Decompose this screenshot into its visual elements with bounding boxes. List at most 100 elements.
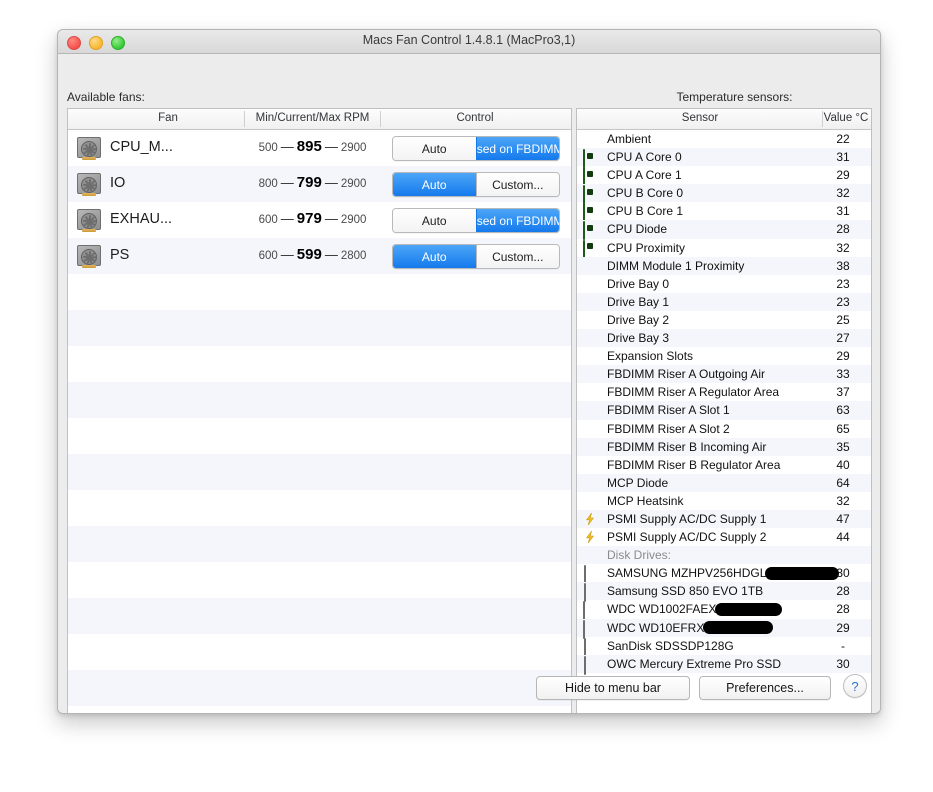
sensor-value: 35 bbox=[836, 439, 850, 454]
sensor-row[interactable]: PSMI Supply AC/DC Supply 2 44 bbox=[577, 528, 871, 546]
sensor-value: 65 bbox=[836, 421, 850, 436]
cpu-chip-icon bbox=[583, 149, 597, 169]
sensor-row[interactable]: Samsung SSD 850 EVO 1TB 28 bbox=[577, 582, 871, 603]
fan-control-custom-button[interactable]: Based on FBDIMM... bbox=[475, 209, 559, 232]
sensor-row[interactable]: FBDIMM Riser A Slot 2 65 bbox=[577, 420, 871, 438]
ssd-drive-icon bbox=[583, 583, 597, 603]
temperature-sensors-label: Temperature sensors: bbox=[676, 90, 793, 104]
fan-row[interactable]: EXHAU...600—979—2900AutoBased on FBDIMM.… bbox=[68, 202, 571, 238]
fan-control-segmented[interactable]: AutoBased on FBDIMM... bbox=[392, 136, 560, 161]
sensor-row[interactable]: FBDIMM Riser A Regulator Area 37 bbox=[577, 383, 871, 401]
fan-control-custom-button[interactable]: Based on FBDIMM... bbox=[475, 137, 559, 160]
fan-icon bbox=[77, 173, 101, 196]
fan-housing bbox=[77, 137, 101, 158]
no-icon-spacer bbox=[583, 403, 597, 417]
sensor-row[interactable]: OWC Mercury Extreme Pro SSD 30 bbox=[577, 654, 871, 675]
fan-icon bbox=[77, 245, 101, 268]
redaction-bar bbox=[703, 620, 774, 634]
bolt-glyph bbox=[586, 530, 594, 544]
fan-control-auto-button[interactable]: Auto bbox=[393, 137, 476, 160]
sensor-row[interactable]: CPU Diode 28 bbox=[577, 220, 871, 241]
sensor-row[interactable]: FBDIMM Riser B Incoming Air 35 bbox=[577, 437, 871, 456]
fan-row[interactable]: CPU_M...500—895—2900AutoBased on FBDIMM.… bbox=[68, 130, 571, 166]
sensors-table-header: Sensor Value °C bbox=[577, 109, 871, 130]
sensor-name: PSMI Supply AC/DC Supply 1 bbox=[607, 511, 767, 526]
sensor-value: 37 bbox=[836, 385, 850, 400]
fan-max-rpm: 2900 bbox=[340, 142, 367, 154]
sensor-name: CPU A Core 0 bbox=[607, 150, 682, 165]
sensor-row[interactable]: DIMM Module 1 Proximity 38 bbox=[577, 256, 871, 275]
window-titlebar[interactable]: Macs Fan Control 1.4.8.1 (MacPro3,1) bbox=[58, 30, 880, 54]
fan-control-custom-button[interactable]: Custom... bbox=[475, 173, 559, 196]
fan-control-segmented[interactable]: Auto Custom... bbox=[392, 244, 560, 269]
sensor-value: 64 bbox=[836, 475, 850, 490]
sensor-row[interactable]: FBDIMM Riser A Outgoing Air 33 bbox=[577, 365, 871, 384]
sensor-value: 27 bbox=[836, 331, 850, 346]
no-icon-spacer bbox=[583, 494, 597, 508]
column-header-sensor[interactable]: Sensor bbox=[578, 112, 822, 124]
help-button[interactable]: ? bbox=[843, 674, 867, 698]
fan-control-auto-button[interactable]: Auto bbox=[393, 245, 476, 268]
sensor-row[interactable]: FBDIMM Riser B Regulator Area 40 bbox=[577, 456, 871, 474]
fan-connector bbox=[82, 265, 96, 268]
column-header-value[interactable]: Value °C bbox=[823, 112, 869, 124]
sensor-value: 32 bbox=[836, 493, 850, 508]
sensor-value: 28 bbox=[836, 602, 850, 617]
sensor-name: WDC WD10EFRX bbox=[607, 620, 774, 635]
cpu-chip-icon bbox=[583, 185, 597, 205]
rpm-dash: — bbox=[280, 175, 294, 190]
sensor-row[interactable]: FBDIMM Riser A Slot 1 63 bbox=[577, 401, 871, 420]
cpu-chip-icon bbox=[583, 203, 597, 223]
sensor-value: 38 bbox=[836, 258, 850, 273]
sensor-value: 31 bbox=[836, 204, 850, 219]
fan-control-segmented[interactable]: Auto Custom... bbox=[392, 172, 560, 197]
fan-hub bbox=[81, 176, 98, 193]
sensor-row[interactable]: CPU A Core 1 29 bbox=[577, 166, 871, 187]
fan-control-segmented[interactable]: AutoBased on FBDIMM... bbox=[392, 208, 560, 233]
fan-control-auto-button[interactable]: Auto bbox=[393, 173, 476, 196]
sensor-row[interactable]: Drive Bay 3 27 bbox=[577, 329, 871, 348]
sensor-row[interactable]: SAMSUNG MZHPV256HDGL 30 bbox=[577, 564, 871, 585]
sensor-row[interactable]: PSMI Supply AC/DC Supply 1 47 bbox=[577, 509, 871, 529]
no-icon-spacer bbox=[583, 476, 597, 490]
cpu-chip-icon bbox=[583, 239, 597, 259]
sensor-row[interactable]: CPU Proximity 32 bbox=[577, 239, 871, 259]
sensor-name: CPU B Core 0 bbox=[607, 186, 684, 201]
sensor-row[interactable]: SanDisk SDSSDP128G - bbox=[577, 637, 871, 657]
sensor-row[interactable]: Drive Bay 1 23 bbox=[577, 292, 871, 311]
sensor-row[interactable]: Drive Bay 2 25 bbox=[577, 311, 871, 329]
fan-rpm: 600—599—2800 bbox=[246, 246, 379, 264]
column-header-rpm[interactable]: Min/Current/Max RPM bbox=[246, 112, 379, 124]
sensor-row[interactable]: CPU B Core 0 32 bbox=[577, 184, 871, 205]
sensor-row[interactable]: MCP Heatsink 32 bbox=[577, 492, 871, 510]
fan-row[interactable]: PS 600—599—2800 Auto Custom... bbox=[68, 238, 571, 274]
no-icon-spacer bbox=[583, 295, 597, 309]
sensor-name: FBDIMM Riser A Slot 1 bbox=[607, 403, 730, 418]
no-icon-spacer bbox=[583, 132, 597, 146]
preferences-button[interactable]: Preferences... bbox=[699, 676, 831, 700]
sensor-value: 23 bbox=[836, 276, 850, 291]
no-icon-spacer bbox=[583, 440, 597, 454]
sensor-row[interactable]: Drive Bay 0 23 bbox=[577, 275, 871, 293]
fan-control-custom-button[interactable]: Custom... bbox=[475, 245, 559, 268]
column-divider[interactable] bbox=[380, 111, 381, 127]
sensor-row[interactable]: CPU B Core 1 31 bbox=[577, 202, 871, 223]
sensor-row[interactable]: Expansion Slots 29 bbox=[577, 347, 871, 365]
fan-min-rpm: 600 bbox=[258, 250, 278, 262]
sensor-row[interactable]: MCP Diode 64 bbox=[577, 473, 871, 492]
sensor-row[interactable]: WDC WD10EFRX 29 bbox=[577, 618, 871, 639]
hide-to-menu-bar-button[interactable]: Hide to menu bar bbox=[536, 676, 690, 700]
sensor-name: CPU Proximity bbox=[607, 240, 686, 255]
sensor-row[interactable]: CPU A Core 0 31 bbox=[577, 148, 871, 169]
fan-control-auto-button[interactable]: Auto bbox=[393, 209, 476, 232]
fan-row[interactable]: IO 800—799—2900 Auto Custom... bbox=[68, 166, 571, 202]
column-divider[interactable] bbox=[822, 111, 823, 127]
column-divider[interactable] bbox=[244, 111, 245, 127]
sensor-row[interactable]: Ambient 22 bbox=[577, 130, 871, 148]
fan-min-rpm: 500 bbox=[258, 142, 278, 154]
sensor-group-header-row[interactable]: Disk Drives: bbox=[577, 546, 871, 565]
sensor-row[interactable]: WDC WD1002FAEX 28 bbox=[577, 600, 871, 621]
column-header-fan[interactable]: Fan bbox=[108, 112, 228, 124]
column-header-control[interactable]: Control bbox=[381, 112, 569, 124]
fan-row-empty bbox=[68, 346, 571, 382]
